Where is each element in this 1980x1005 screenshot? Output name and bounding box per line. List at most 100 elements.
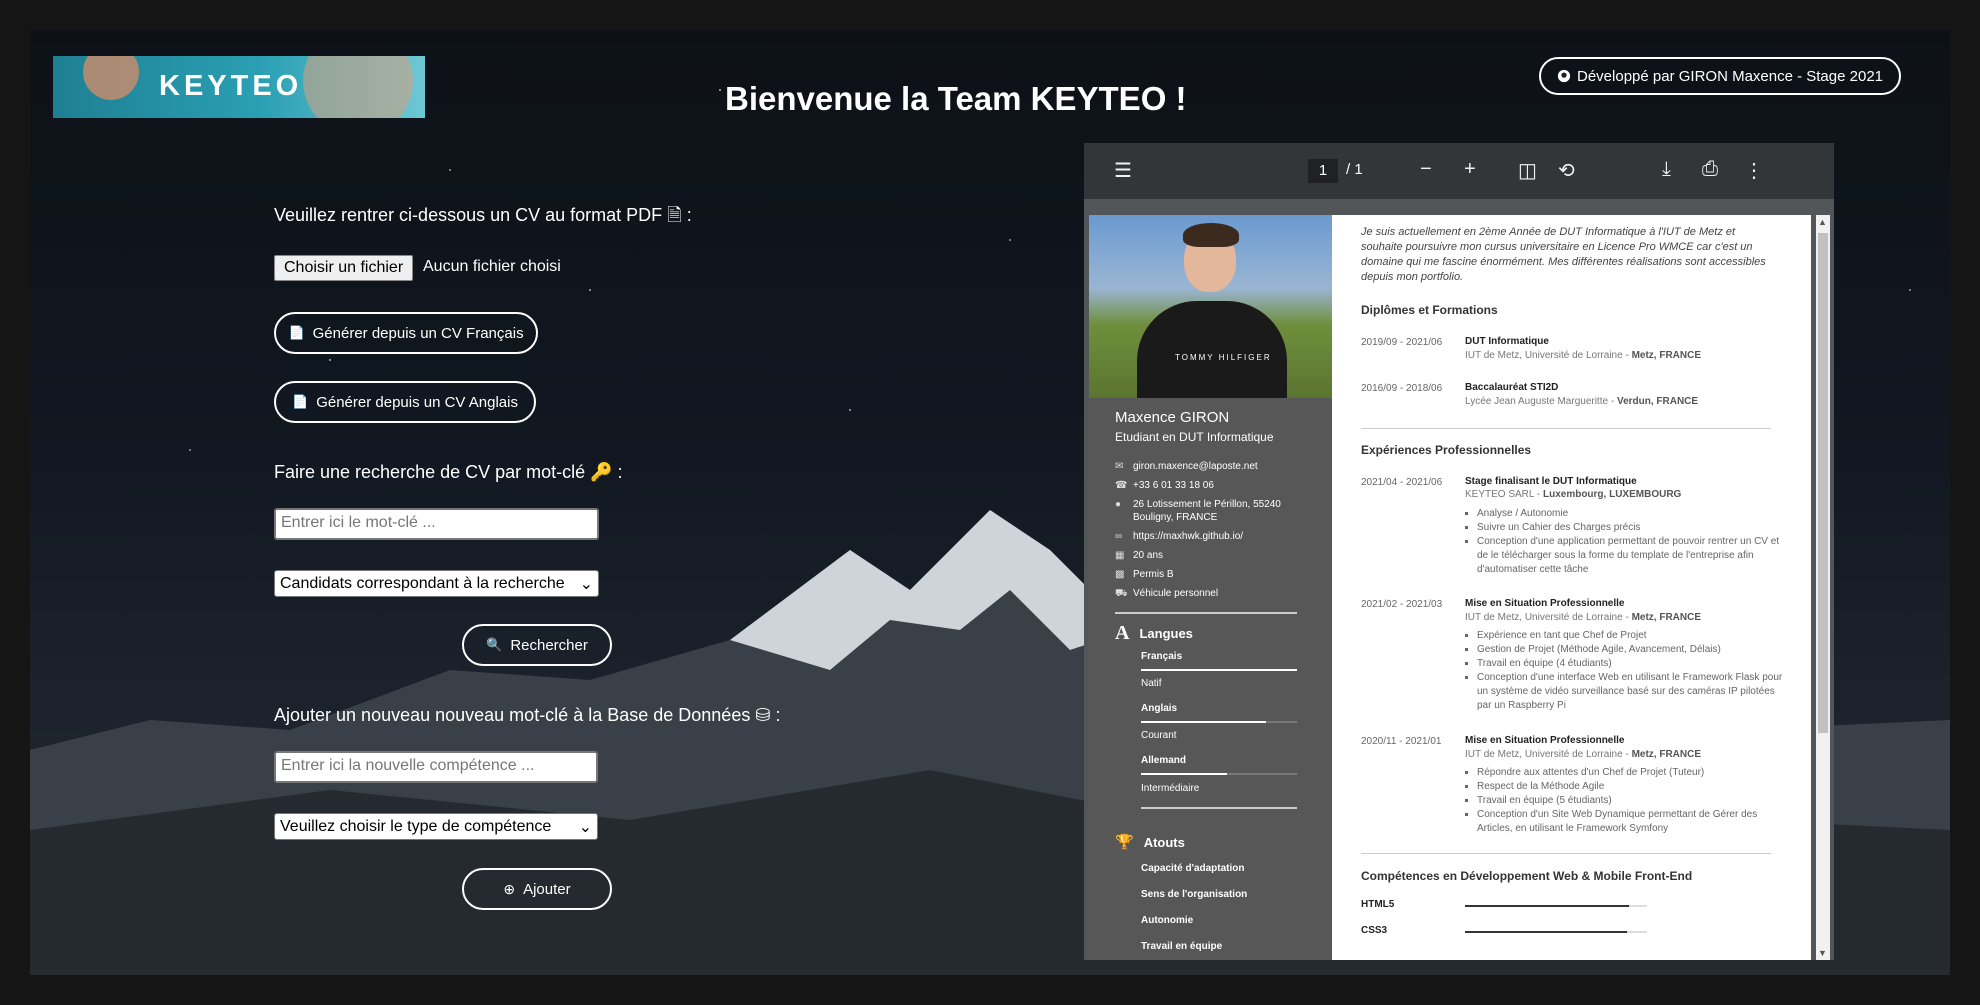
- language-name: Anglais: [1141, 703, 1178, 714]
- skill-name: CSS3: [1361, 925, 1388, 936]
- chevron-down-icon: ⌄: [579, 575, 593, 593]
- contact-website: ∞ https://maxhwk.github.io/: [1115, 531, 1244, 542]
- divider: [1361, 853, 1771, 854]
- languages-heading: A Langues: [1115, 622, 1193, 644]
- word-file-icon: 📄: [288, 325, 305, 340]
- language-bar: [1141, 773, 1297, 775]
- strength-item: Autonomie: [1141, 915, 1194, 926]
- more-options-icon[interactable]: ⋮: [1744, 158, 1764, 183]
- car-icon: ⛟: [1115, 588, 1128, 599]
- skill-bar: [1465, 931, 1647, 933]
- language-bar: [1141, 669, 1297, 671]
- page-total: / 1: [1346, 161, 1363, 178]
- credit-text: Développé par GIRON Maxence - Stage 2021: [1577, 67, 1883, 85]
- zoom-out-icon[interactable]: −: [1420, 158, 1432, 181]
- cv-sidebar: TOMMY HILFIGER Maxence GIRON Etudiant en…: [1089, 215, 1332, 960]
- language-name: Français: [1141, 651, 1183, 662]
- entry-bullets: Analyse / AutonomieSuivre un Cahier des …: [1465, 507, 1787, 577]
- divider: [1141, 807, 1297, 809]
- entry-bullets: Expérience en tant que Chef de ProjetGes…: [1465, 629, 1787, 713]
- language-bar: [1141, 721, 1297, 723]
- plus-circle-icon: ⊕: [503, 880, 516, 897]
- divider: [1361, 428, 1771, 429]
- keyteo-logo: KEYTEO: [53, 56, 425, 118]
- entry-place: KEYTEO SARL - Luxembourg, LUXEMBOURG: [1465, 489, 1682, 500]
- add-button[interactable]: ⊕ Ajouter: [462, 868, 612, 910]
- menu-icon[interactable]: ☰: [1114, 158, 1132, 183]
- strength-item: Travail en équipe: [1141, 941, 1223, 952]
- contact-age: ▦ 20 ans: [1115, 550, 1164, 561]
- search-label: Faire une recherche de CV par mot-clé 🔑 …: [274, 462, 623, 482]
- entry-place: IUT de Metz, Université de Lorraine - Me…: [1465, 749, 1702, 760]
- link-icon: ∞: [1115, 531, 1123, 542]
- pdf-scrollbar[interactable]: ▲ ▼: [1816, 215, 1830, 960]
- github-icon: [1557, 69, 1571, 83]
- letter-a-icon: A: [1115, 622, 1130, 644]
- skill-name: HTML5: [1361, 899, 1395, 910]
- diplomas-heading: Diplômes et Formations: [1361, 303, 1498, 317]
- generate-english-button[interactable]: 📄 Générer depuis un CV Anglais: [274, 381, 536, 423]
- entry-title: Mise en Situation Professionnelle: [1465, 598, 1625, 609]
- skill-type-select[interactable]: Veuillez choisir le type de compétence ⌄: [274, 813, 598, 840]
- entry-date: 2021/02 - 2021/03: [1361, 599, 1443, 610]
- entry-place: IUT de Metz, Université de Lorraine - Me…: [1465, 612, 1702, 623]
- contact-vehicle: ⛟ Véhicule personnel: [1115, 588, 1219, 599]
- entry-title: Stage finalisant le DUT Informatique: [1465, 476, 1637, 487]
- search-button[interactable]: 🔍 Rechercher: [462, 624, 612, 666]
- entry-place: IUT de Metz, Université de Lorraine - Me…: [1465, 350, 1702, 361]
- new-skill-input[interactable]: Entrer ici la nouvelle compétence ...: [274, 751, 598, 783]
- scroll-up-icon[interactable]: ▲: [1818, 217, 1827, 227]
- word-file-icon: 📄: [292, 394, 309, 409]
- keyword-search-input[interactable]: Entrer ici le mot-clé ...: [274, 508, 599, 540]
- upload-label: Veuillez rentrer ci-dessous un CV au for…: [274, 205, 692, 225]
- generate-french-button[interactable]: 📄 Générer depuis un CV Français: [274, 312, 538, 354]
- entry-title: Baccalauréat STI2D: [1465, 382, 1559, 393]
- location-icon: ●: [1115, 499, 1122, 510]
- skill-bar: [1465, 905, 1647, 907]
- entry-date: 2019/09 - 2021/06: [1361, 337, 1443, 348]
- language-level: Courant: [1141, 730, 1177, 741]
- page-number-input[interactable]: 1: [1308, 159, 1338, 183]
- scroll-down-icon[interactable]: ▼: [1818, 948, 1827, 958]
- print-icon[interactable]: ⎙: [1702, 158, 1718, 181]
- pdf-viewer[interactable]: ☰ 1 / 1 − + ◫ ⟲ ⤓ ⎙ ⋮ TOMMY HILFIGER Max…: [1084, 143, 1834, 960]
- file-status: Aucun fichier choisi: [423, 258, 561, 275]
- strengths-heading: 🏆 Atouts: [1115, 834, 1185, 851]
- rotate-icon[interactable]: ⟲: [1558, 158, 1575, 183]
- cv-intro: Je suis actuellement en 2ème Année de DU…: [1361, 226, 1766, 283]
- language-level: Natif: [1141, 678, 1162, 689]
- entry-date: 2021/04 - 2021/06: [1361, 477, 1443, 488]
- database-icon: ⛁: [755, 705, 771, 725]
- strength-item: Sens de l'organisation: [1141, 889, 1248, 900]
- entry-date: 2016/09 - 2018/06: [1361, 383, 1443, 394]
- phone-icon: ☎: [1115, 480, 1128, 491]
- choose-file-button[interactable]: Choisir un fichier: [274, 255, 414, 281]
- calendar-icon: ▦: [1115, 550, 1125, 561]
- experience-heading: Expériences Professionnelles: [1361, 443, 1532, 457]
- scrollbar-thumb[interactable]: [1818, 233, 1828, 733]
- profile-photo: TOMMY HILFIGER: [1089, 215, 1332, 398]
- credit-link[interactable]: Développé par GIRON Maxence - Stage 2021: [1539, 57, 1901, 95]
- trophy-icon: 🏆: [1115, 834, 1134, 851]
- contact-license: ▩ Permis B: [1115, 569, 1174, 580]
- contact-email: ✉ giron.maxence@laposte.net: [1115, 461, 1258, 472]
- zoom-in-icon[interactable]: +: [1464, 158, 1476, 181]
- search-icon: 🔍: [486, 637, 503, 652]
- entry-date: 2020/11 - 2021/01: [1361, 736, 1442, 747]
- strength-item: Capacité d'adaptation: [1141, 863, 1245, 874]
- skills-heading: Compétences en Développement Web & Mobil…: [1361, 869, 1693, 883]
- contact-phone: ☎ +33 6 01 33 18 06: [1115, 480, 1214, 491]
- download-icon[interactable]: ⤓: [1662, 158, 1671, 181]
- mail-icon: ✉: [1115, 461, 1124, 472]
- language-name: Allemand: [1141, 755, 1187, 766]
- entry-bullets: Répondre aux attentes d'un Chef de Proje…: [1465, 766, 1787, 836]
- search-results-select[interactable]: Candidats correspondant à la recherche ⌄: [274, 570, 599, 597]
- add-keyword-label: Ajouter un nouveau nouveau mot-clé à la …: [274, 705, 781, 725]
- contact-address: ● 26 Lotissement le Périllon, 55240 Boulig…: [1115, 499, 1281, 523]
- language-level: Intermédiaire: [1141, 783, 1200, 794]
- pdf-page: TOMMY HILFIGER Maxence GIRON Etudiant en…: [1089, 215, 1811, 960]
- id-card-icon: ▩: [1115, 569, 1125, 580]
- page-title: Bienvenue la Team KEYTEO !: [725, 80, 1187, 117]
- file-pdf-icon: 🗎: [667, 205, 682, 225]
- fit-page-icon[interactable]: ◫: [1518, 158, 1537, 183]
